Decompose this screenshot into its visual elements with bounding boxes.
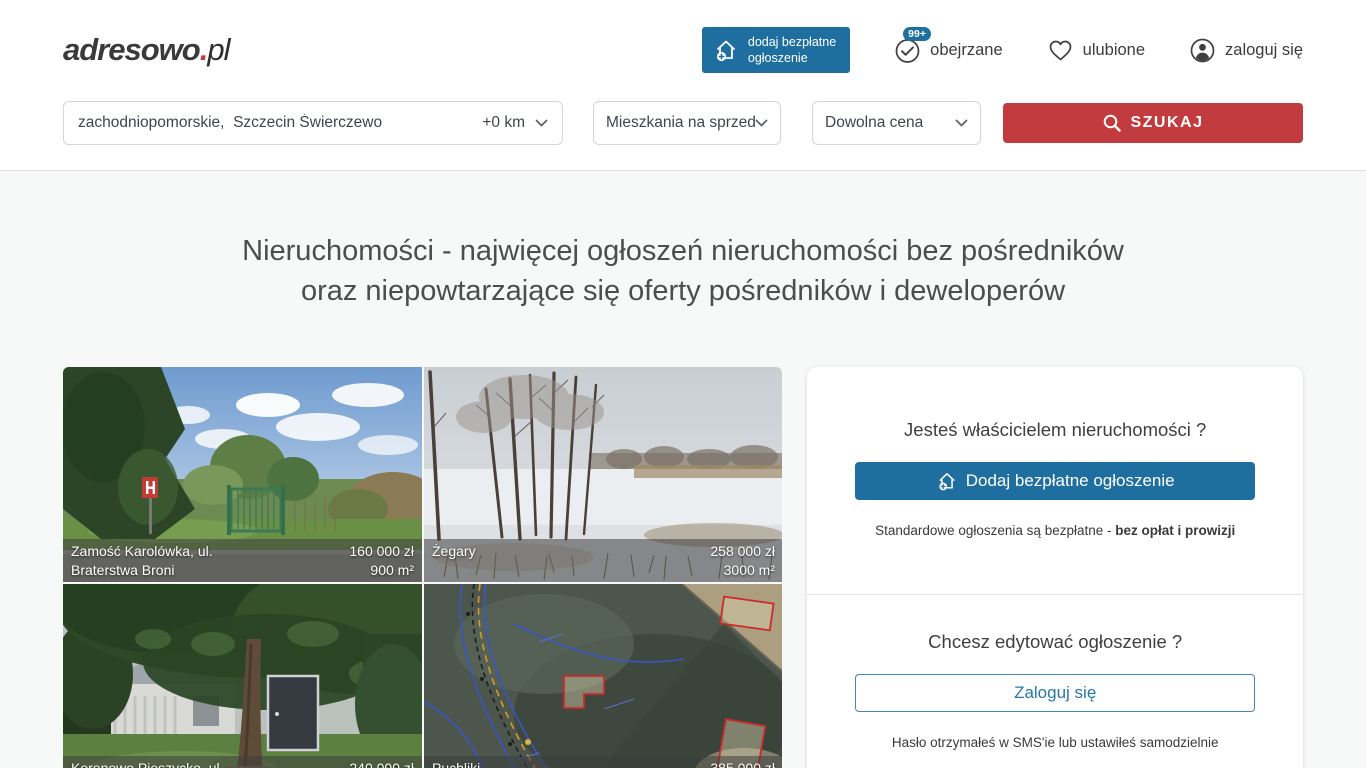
- listing-grid: Zamość Karolówka, ul. Braterstwa Broni 1…: [63, 367, 782, 768]
- listing-caption: Korenowo Pieszycko, ul. 240 000 zł: [63, 756, 422, 768]
- viewed-button[interactable]: 99+ obejrzane: [894, 37, 1002, 64]
- hero-section: Nieruchomości - najwięcej ogłoszeń nieru…: [0, 171, 1366, 311]
- listing-tile[interactable]: Zamość Karolówka, ul. Braterstwa Broni 1…: [63, 367, 422, 582]
- listing-price: 240 000 zł: [349, 759, 414, 768]
- add-listing-button[interactable]: dodaj bezpłatne ogłoszenie: [702, 27, 850, 74]
- listing-name-line2: Braterstwa Broni: [71, 561, 213, 580]
- free-listing-note: Standardowe ogłoszenia są bezpłatne - be…: [855, 523, 1255, 538]
- magnifier-icon: [1102, 113, 1122, 133]
- favorites-button[interactable]: ulubione: [1047, 38, 1145, 63]
- category-value: Mieszkania na sprzedaż: [606, 114, 755, 132]
- price-select[interactable]: Dowolna cena: [812, 101, 981, 145]
- search-submit-label: SZUKAJ: [1130, 114, 1203, 132]
- chevron-down-icon: [955, 119, 968, 128]
- password-hint: Hasło otrzymałeś w SMS'ie lub ustawiłeś …: [855, 735, 1255, 750]
- add-listing-label: dodaj bezpłatne ogłoszenie: [748, 34, 836, 67]
- listing-price: 160 000 zł: [349, 542, 414, 561]
- location-field: +0 km: [63, 101, 563, 145]
- listing-area: 900 m²: [349, 561, 414, 580]
- search-submit-button[interactable]: SZUKAJ: [1003, 103, 1303, 143]
- location-input[interactable]: [78, 114, 472, 132]
- listing-area: 3000 m²: [710, 561, 775, 580]
- listing-name-line1: Korenowo Pieszycko, ul.: [71, 759, 224, 768]
- top-header: adresowo.pl dodaj bezpłatne ogłoszenie: [0, 0, 1366, 171]
- owner-heading: Jesteś właścicielem nieruchomości ?: [855, 419, 1255, 441]
- sidebar-add-listing-button[interactable]: Dodaj bezpłatne ogłoszenie: [855, 462, 1255, 500]
- header-actions: dodaj bezpłatne ogłoszenie 99+ obejrzane: [702, 27, 1303, 74]
- sidebar-login-label: Zaloguj się: [1014, 683, 1096, 703]
- listing-name-line1: Zamość Karolówka, ul.: [71, 542, 213, 561]
- price-value: Dowolna cena: [825, 114, 923, 132]
- logo-text-main: adresowo: [63, 32, 200, 67]
- house-plus-icon: [936, 470, 958, 492]
- listing-caption: Zamość Karolówka, ul. Braterstwa Broni 1…: [63, 539, 422, 582]
- listing-caption: Puchliki 385 000 zł: [424, 756, 782, 768]
- radius-select[interactable]: +0 km: [472, 114, 548, 132]
- listing-tile[interactable]: Korenowo Pieszycko, ul. 240 000 zł: [63, 584, 422, 768]
- login-label: zaloguj się: [1225, 41, 1303, 60]
- listing-photo-garden-house: [63, 584, 422, 768]
- listing-name-line1: Puchliki: [432, 759, 480, 768]
- listing-photo-aerial-map: [424, 584, 782, 768]
- sidebar-login-button[interactable]: Zaloguj się: [855, 674, 1255, 712]
- listing-name-line1: Żegary: [432, 542, 476, 561]
- radius-value: +0 km: [482, 114, 525, 132]
- chevron-down-icon: [535, 119, 548, 128]
- house-plus-icon: [713, 37, 739, 63]
- category-select[interactable]: Mieszkania na sprzedaż: [593, 101, 781, 145]
- site-logo[interactable]: adresowo.pl: [63, 32, 229, 68]
- listing-tile[interactable]: Puchliki 385 000 zł: [424, 584, 782, 768]
- listing-caption: Żegary 258 000 zł 3000 m²: [424, 539, 782, 582]
- page-title: Nieruchomości - najwięcej ogłoszeń nieru…: [0, 231, 1366, 311]
- listing-tile[interactable]: Żegary 258 000 zł 3000 m²: [424, 367, 782, 582]
- user-circle-icon: [1189, 37, 1216, 64]
- search-bar: +0 km Mieszkania na sprzedaż Dowolna cen…: [0, 80, 1366, 171]
- chevron-down-icon: [755, 119, 768, 128]
- main-content: Zamość Karolówka, ul. Braterstwa Broni 1…: [0, 311, 1366, 768]
- owner-panel: Jesteś właścicielem nieruchomości ? Doda…: [807, 367, 1303, 768]
- listing-price: 258 000 zł: [710, 542, 775, 561]
- viewed-label: obejrzane: [930, 41, 1002, 60]
- card-divider: [807, 594, 1303, 595]
- logo-text-tld: pl: [207, 32, 229, 67]
- edit-heading: Chcesz edytować ogłoszenie ?: [855, 631, 1255, 653]
- viewed-count-badge: 99+: [903, 27, 931, 42]
- listing-price: 385 000 zł: [710, 759, 775, 768]
- sidebar-add-listing-label: Dodaj bezpłatne ogłoszenie: [966, 471, 1175, 491]
- favorites-label: ulubione: [1083, 41, 1145, 60]
- login-button[interactable]: zaloguj się: [1189, 37, 1303, 64]
- heart-icon: [1047, 38, 1074, 63]
